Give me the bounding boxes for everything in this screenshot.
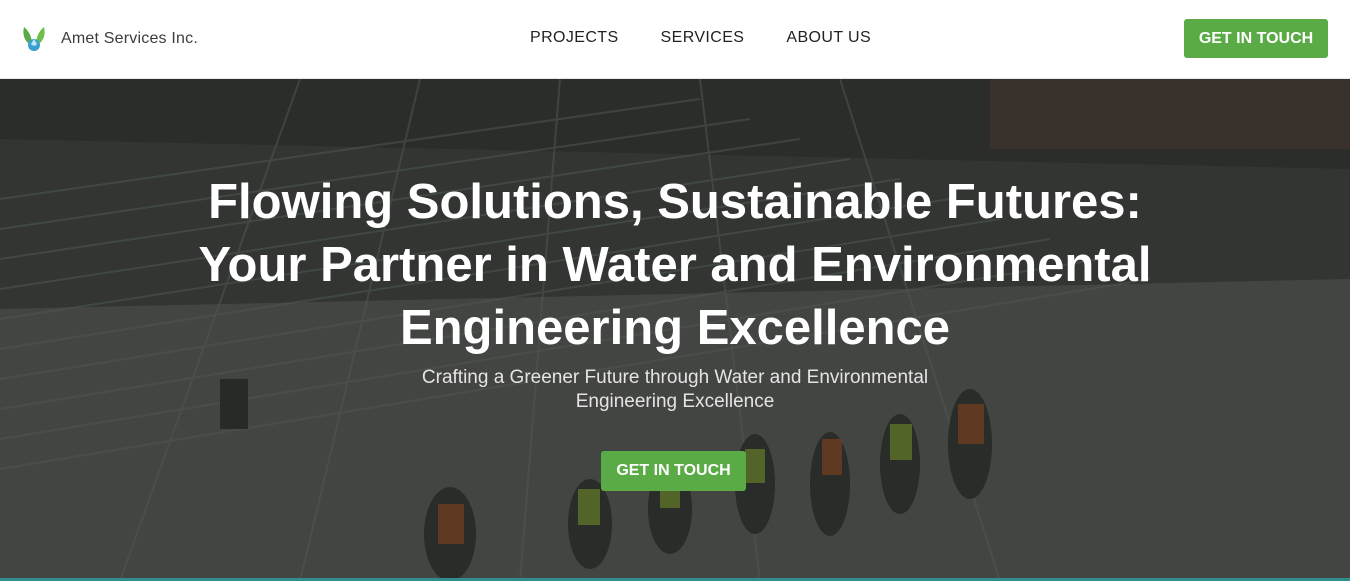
site-header: Amet Services Inc. PROJECTS SERVICES ABO… xyxy=(0,0,1350,79)
header-get-in-touch-button[interactable]: GET IN TOUCH xyxy=(1184,19,1328,58)
hero-get-in-touch-button[interactable]: GET IN TOUCH xyxy=(601,451,746,491)
nav-services[interactable]: SERVICES xyxy=(661,29,745,47)
hero-section: Flowing Solutions, Sustainable Futures: … xyxy=(0,79,1350,581)
hero-subtitle-line-2: Engineering Excellence xyxy=(575,391,775,412)
hero-title: Flowing Solutions, Sustainable Futures: … xyxy=(175,171,1175,360)
main-nav: PROJECTS SERVICES ABOUT US xyxy=(530,29,913,47)
nav-about-us[interactable]: ABOUT US xyxy=(786,29,871,47)
hero-title-line-2: Your Partner in Water and Environmental xyxy=(198,238,1152,292)
hero-subtitle: Crafting a Greener Future through Water … xyxy=(375,366,975,414)
nav-projects[interactable]: PROJECTS xyxy=(530,29,619,47)
hero-title-line-3: Engineering Excellence xyxy=(399,301,951,355)
brand[interactable]: Amet Services Inc. xyxy=(21,25,198,53)
brand-name: Amet Services Inc. xyxy=(61,30,198,47)
hero-title-line-1: Flowing Solutions, Sustainable Futures: xyxy=(208,175,1142,229)
leaf-drop-logo-icon xyxy=(23,27,45,51)
hero-subtitle-line-1: Crafting a Greener Future through Water … xyxy=(421,367,929,388)
